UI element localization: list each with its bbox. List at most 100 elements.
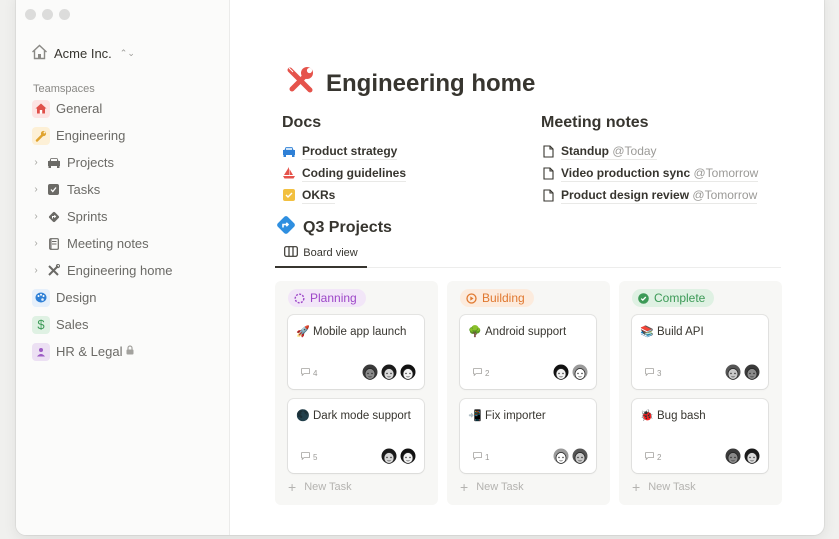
- sidebar-nav: General Engineering › Projects › Tasks ›…: [16, 95, 229, 365]
- home-icon: [31, 44, 48, 63]
- comment-count: 3: [645, 368, 661, 378]
- status-badge[interactable]: Planning: [288, 289, 366, 307]
- comment-count: 1: [473, 452, 489, 462]
- board-column-complete: Complete 📚 Build API 3 🐞 Bug bash 2 + Ne…: [619, 281, 782, 505]
- task-card[interactable]: 🌳 Android support 2: [460, 315, 596, 389]
- doc-link-coding-guidelines[interactable]: Coding guidelines: [282, 162, 406, 184]
- avatar: [571, 364, 589, 382]
- app-window: Acme Inc. ⌃⌄ Teamspaces General Engineer…: [16, 0, 824, 535]
- tools-icon: [284, 64, 316, 103]
- assignee-avatars: [552, 364, 589, 382]
- sidebar-item-label: Meeting notes: [67, 236, 149, 251]
- plus-icon: +: [288, 479, 297, 495]
- sidebar-item-label: Projects: [67, 155, 114, 170]
- tools-icon: [46, 262, 61, 280]
- zoom-window-button[interactable]: [59, 9, 70, 20]
- docs-heading: Docs: [282, 114, 322, 131]
- comment-count: 4: [301, 368, 317, 378]
- card-title: Bug bash: [657, 409, 706, 422]
- check-circle-icon: [638, 292, 649, 304]
- meeting-notes-section: Meeting notes Standup @Today Video produ…: [541, 114, 759, 206]
- traffic-lights: [25, 9, 70, 20]
- sidebar: Acme Inc. ⌃⌄ Teamspaces General Engineer…: [16, 0, 230, 535]
- chevron-right-icon[interactable]: ›: [31, 265, 41, 276]
- assignee-avatars: [380, 448, 417, 466]
- docs-section: Docs Product strategy Coding guidelines …: [282, 114, 406, 206]
- card-emoji-icon: 📲: [468, 410, 482, 422]
- sidebar-item-meeting-notes[interactable]: › Meeting notes: [16, 230, 229, 257]
- doc-link-okrs[interactable]: OKRs: [282, 184, 406, 206]
- meeting-notes-heading: Meeting notes: [541, 114, 649, 131]
- page-icon: [541, 166, 555, 180]
- task-card[interactable]: 📲 Fix importer 1: [460, 399, 596, 473]
- board-column-planning: Planning 🚀 Mobile app launch 4 🌑 Dark mo…: [275, 281, 438, 505]
- avatar: [743, 364, 761, 382]
- meeting-link-video-production-sync[interactable]: Video production sync @Tomorrow: [541, 162, 759, 184]
- avatar: [571, 448, 589, 466]
- comment-count: 5: [301, 452, 317, 462]
- assignee-avatars: [552, 448, 589, 466]
- checkbox-icon: [282, 188, 296, 202]
- task-card[interactable]: 🐞 Bug bash 2: [632, 399, 768, 473]
- lock-icon: [126, 345, 134, 358]
- new-task-button[interactable]: + New Task: [460, 479, 524, 495]
- view-tabs: Board view: [275, 240, 781, 268]
- chevron-right-icon[interactable]: ›: [31, 238, 41, 249]
- tab-board-view[interactable]: Board view: [275, 240, 367, 268]
- sidebar-item-tasks[interactable]: › Tasks: [16, 176, 229, 203]
- avatar: [552, 364, 570, 382]
- comment-count: 2: [473, 368, 489, 378]
- sidebar-item-label: HR & Legal: [56, 344, 123, 359]
- notebook-icon: [46, 235, 61, 253]
- card-emoji-icon: 🐞: [640, 410, 654, 422]
- card-title: Build API: [657, 325, 704, 338]
- sidebar-item-engineering[interactable]: Engineering: [16, 122, 229, 149]
- doc-link-product-strategy[interactable]: Product strategy: [282, 140, 406, 162]
- avatar: [724, 364, 742, 382]
- task-card[interactable]: 🌑 Dark mode support 5: [288, 399, 424, 473]
- page-title: Engineering home: [284, 64, 535, 103]
- close-window-button[interactable]: [25, 9, 36, 20]
- card-emoji-icon: 🌑: [296, 410, 310, 422]
- car-icon: [46, 154, 61, 172]
- plus-icon: +: [632, 479, 641, 495]
- workspace-switcher[interactable]: Acme Inc. ⌃⌄: [31, 44, 135, 63]
- status-badge[interactable]: Building: [460, 289, 534, 307]
- main-content: Engineering home Docs Product strategy C…: [230, 0, 824, 535]
- task-card[interactable]: 📚 Build API 3: [632, 315, 768, 389]
- minimize-window-button[interactable]: [42, 9, 53, 20]
- projects-heading: Q3 Projects: [276, 215, 392, 240]
- card-title: Mobile app launch: [313, 325, 407, 338]
- comment-icon: [645, 452, 654, 462]
- sidebar-item-general[interactable]: General: [16, 95, 229, 122]
- card-title: Dark mode support: [313, 409, 411, 422]
- checkbox-icon: [46, 181, 61, 199]
- person-icon: [32, 342, 50, 361]
- new-task-button[interactable]: + New Task: [632, 479, 696, 495]
- chevron-right-icon[interactable]: ›: [31, 157, 41, 168]
- kanban-board: Planning 🚀 Mobile app launch 4 🌑 Dark mo…: [275, 281, 782, 505]
- avatar: [380, 364, 398, 382]
- task-card[interactable]: 🚀 Mobile app launch 4: [288, 315, 424, 389]
- sidebar-item-label: Design: [56, 290, 97, 305]
- play-circle-icon: [466, 292, 477, 304]
- sidebar-item-design[interactable]: Design: [16, 284, 229, 311]
- new-task-button[interactable]: + New Task: [288, 479, 352, 495]
- sidebar-item-hr-legal[interactable]: HR & Legal: [16, 338, 229, 365]
- sidebar-item-engineering-home[interactable]: › Engineering home: [16, 257, 229, 284]
- avatar: [399, 448, 417, 466]
- date-mention: @Tomorrow: [693, 165, 759, 180]
- meeting-link-standup[interactable]: Standup @Today: [541, 140, 758, 162]
- status-badge[interactable]: Complete: [632, 289, 715, 307]
- card-emoji-icon: 🚀: [296, 326, 310, 338]
- sidebar-item-sales[interactable]: $ Sales: [16, 311, 229, 338]
- chevron-right-icon[interactable]: ›: [31, 184, 41, 195]
- direction-sign-icon: [46, 208, 61, 226]
- avatar: [380, 448, 398, 466]
- sidebar-item-sprints[interactable]: › Sprints: [16, 203, 229, 230]
- meeting-link-product-design-review[interactable]: Product design review @Tomorrow: [541, 184, 758, 206]
- direction-sign-icon: [276, 215, 296, 240]
- sidebar-item-projects[interactable]: › Projects: [16, 149, 229, 176]
- chevron-right-icon[interactable]: ›: [31, 211, 41, 222]
- date-mention: @Tomorrow: [692, 187, 758, 202]
